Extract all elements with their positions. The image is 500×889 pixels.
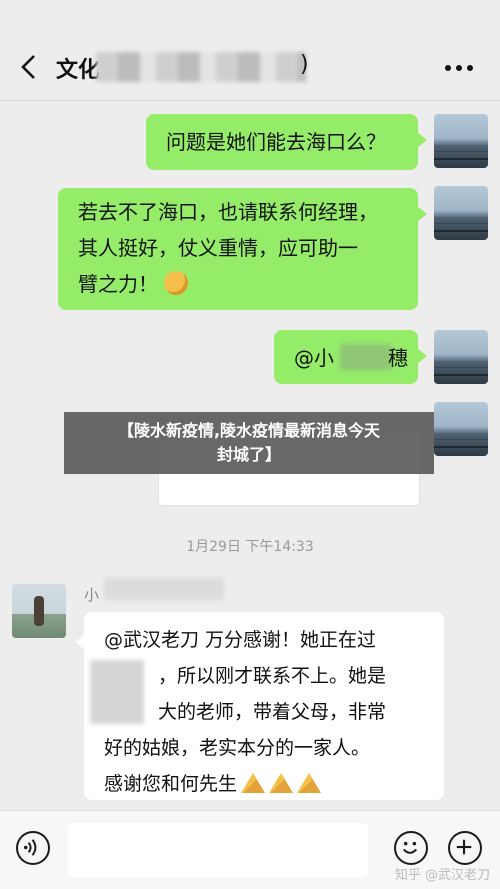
redacted-name <box>340 344 392 370</box>
headline-banner: 【陵水新疫情,陵水疫情最新消息今天 封城了】 <box>64 412 434 474</box>
plus-icon[interactable] <box>448 831 482 865</box>
message-line: 若去不了海口，也请联系何经理， <box>78 200 378 224</box>
message-line: @武汉老刀 万分感谢！她正在过 <box>104 629 377 651</box>
back-icon[interactable] <box>14 52 44 82</box>
pray-emoji-icon <box>297 773 322 793</box>
timestamp: 1月29日 下午14:33 <box>186 539 314 555</box>
mention-suffix: 穗 <box>388 346 408 370</box>
sender-name-redacted <box>104 578 224 600</box>
self-avatar[interactable] <box>434 186 488 240</box>
watermark: 知乎 @武汉老刀 <box>394 868 490 883</box>
self-avatar[interactable] <box>434 402 488 456</box>
sender-avatar[interactable] <box>12 584 66 638</box>
chat-title-suffix: ) <box>300 52 309 77</box>
self-avatar[interactable] <box>434 330 488 384</box>
banner-line: 【陵水新疫情,陵水疫情最新消息今天 <box>117 421 381 440</box>
message-text: 问题是她们能去海口么？ <box>166 130 386 154</box>
fist-emoji-icon <box>164 271 188 295</box>
banner-line: 封城了】 <box>216 445 281 464</box>
voice-icon[interactable] <box>16 831 50 865</box>
message-line: 其人挺好，仗义重情，应可助一 <box>78 236 358 260</box>
input-bar: 知乎 @武汉老刀 <box>0 810 500 889</box>
emoji-icon[interactable] <box>394 831 428 865</box>
self-avatar[interactable] <box>434 114 488 168</box>
pray-emoji-icon <box>269 773 294 793</box>
message-bubble[interactable]: 若去不了海口，也请联系何经理， 其人挺好，仗义重情，应可助一 臂之力！ <box>58 188 427 310</box>
message-bubble[interactable]: @武汉老刀 万分感谢！她正在过 ，所以刚才联系不上。她是 大的老师，带着父母，非… <box>75 612 444 802</box>
message-line: ，所以刚才联系不上。她是 <box>158 665 387 687</box>
chat-title: 文化 <box>56 58 101 83</box>
message-line: 臂之力！ <box>78 266 398 302</box>
message-line: 感谢您和何先生 <box>104 766 424 802</box>
mention-prefix: @小 <box>294 346 334 370</box>
more-icon[interactable] <box>444 64 474 72</box>
redacted-text <box>90 660 144 724</box>
title-redacted <box>96 52 306 82</box>
message-input[interactable] <box>68 823 368 877</box>
message-line: 大的老师，带着父母，非常 <box>158 701 387 723</box>
message-bubble[interactable]: @小 穗 <box>274 330 427 384</box>
message-line: 好的姑娘，老实本分的一家人。 <box>104 737 371 759</box>
chat-header: 文化 ) <box>0 0 500 101</box>
sender-name: 小 <box>84 586 100 604</box>
pray-emoji-icon <box>241 773 266 793</box>
message-bubble[interactable]: 问题是她们能去海口么？ <box>146 114 427 170</box>
